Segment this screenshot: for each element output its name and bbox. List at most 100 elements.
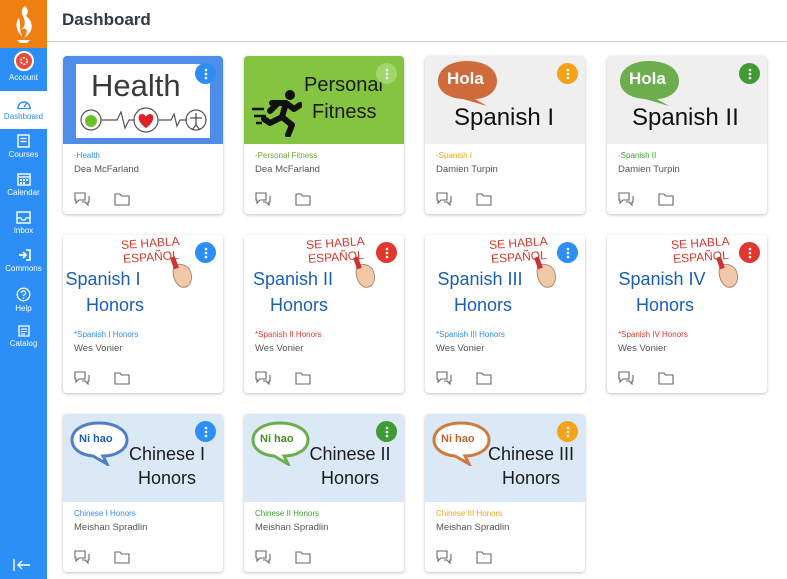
card-options-button[interactable] (557, 242, 578, 263)
course-card-personal-fitness[interactable]: Personal Fitness -Personal Fitness Dea M… (244, 56, 404, 214)
catalog-icon (17, 325, 30, 337)
hero-title-line2: Honors (635, 295, 695, 315)
card-hero[interactable]: Personal Fitness (244, 56, 404, 144)
files-icon[interactable] (658, 371, 674, 385)
course-code[interactable]: -Health (74, 151, 100, 160)
course-card-chinese-iii-honors[interactable]: Ni hao Chinese III Honors Chinese III Ho… (425, 414, 585, 572)
bubble-text: Hola (629, 69, 666, 88)
card-hero[interactable]: Ni hao Chinese I Honors (63, 414, 223, 502)
card-options-button[interactable] (739, 63, 760, 84)
runner-icon (252, 90, 302, 137)
card-options-button[interactable] (557, 63, 578, 84)
course-card-chinese-ii-honors[interactable]: Ni hao Chinese II Honors Chinese II Hono… (244, 414, 404, 572)
flame-logo-icon (15, 6, 32, 43)
hero-title-line2: Honors (137, 468, 197, 488)
discussions-icon[interactable] (436, 550, 452, 565)
card-options-button[interactable] (195, 242, 216, 263)
help-icon (16, 287, 31, 302)
course-code[interactable]: -Spanish I (436, 151, 472, 160)
discussions-icon[interactable] (255, 192, 271, 207)
nav-courses[interactable]: Courses (0, 134, 47, 168)
card-options-button[interactable] (557, 421, 578, 442)
card-options-button[interactable] (739, 242, 760, 263)
files-icon[interactable] (114, 192, 130, 206)
course-code[interactable]: -Spanish II (618, 151, 656, 160)
course-card-spanish-i-honors[interactable]: SE HABLA ESPAÑOL Spanish I Honors *Spani… (63, 235, 223, 393)
hero-title-line2: Honors (85, 295, 145, 315)
files-icon[interactable] (114, 550, 130, 564)
card-hero[interactable]: Ni hao Chinese III Honors (425, 414, 585, 502)
nav-account[interactable]: Account (0, 51, 47, 89)
course-card-chinese-i-honors[interactable]: Ni hao Chinese I Honors Chinese I Honors… (63, 414, 223, 572)
card-actions (618, 371, 674, 386)
course-code[interactable]: *Spanish III Honors (436, 330, 505, 339)
files-icon[interactable] (114, 371, 130, 385)
course-card-spanish-ii[interactable]: Hola Spanish II -Spanish II Damien Turpi… (607, 56, 767, 214)
card-hero[interactable]: Ni hao Chinese II Honors (244, 414, 404, 502)
hero-title-line1: Chinese III (487, 444, 575, 464)
account-icon (13, 51, 34, 71)
collapse-nav-button[interactable] (12, 558, 32, 572)
nav-help[interactable]: Help (0, 287, 47, 321)
discussions-icon[interactable] (74, 550, 90, 565)
course-card-health[interactable]: Health -Health Dea McFarland (63, 56, 223, 214)
card-hero[interactable]: SE HABLA ESPAÑOL Spanish IV Honors (607, 235, 767, 323)
card-options-button[interactable] (376, 242, 397, 263)
bubble-text: Ni hao (260, 433, 294, 445)
teacher-name: Wes Vonier (74, 343, 123, 354)
discussions-icon[interactable] (618, 192, 634, 207)
discussions-icon[interactable] (618, 371, 634, 386)
teacher-name: Wes Vonier (436, 343, 485, 354)
kebab-icon (385, 68, 388, 79)
card-options-button[interactable] (195, 421, 216, 442)
nav-dashboard[interactable]: Dashboard (0, 91, 47, 129)
files-icon[interactable] (476, 550, 492, 564)
files-icon[interactable] (295, 192, 311, 206)
course-code[interactable]: *Spanish IV Honors (618, 330, 688, 339)
discussions-icon[interactable] (74, 192, 90, 207)
files-icon[interactable] (658, 192, 674, 206)
files-icon[interactable] (295, 550, 311, 564)
card-hero[interactable]: SE HABLA ESPAÑOL Spanish III Honors (425, 235, 585, 323)
teacher-name: Meishan Spradlin (74, 522, 148, 533)
teacher-name: Meishan Spradlin (436, 522, 510, 533)
course-code[interactable]: Chinese I Honors (74, 509, 136, 518)
hero-title-line1: Personal (304, 74, 383, 96)
kebab-icon (566, 68, 569, 79)
hero-title-line1: Spanish IV (618, 269, 706, 289)
card-hero[interactable]: SE HABLA ESPAÑOL Spanish I Honors (63, 235, 223, 323)
dashboard-icon (16, 101, 31, 110)
course-code[interactable]: -Personal Fitness (255, 151, 317, 160)
discussions-icon[interactable] (436, 371, 452, 386)
card-options-button[interactable] (376, 63, 397, 84)
nav-catalog[interactable]: Catalog (0, 325, 47, 355)
discussions-icon[interactable] (255, 550, 271, 565)
files-icon[interactable] (476, 371, 492, 385)
discussions-icon[interactable] (74, 371, 90, 386)
nav-commons[interactable]: Commons (0, 249, 47, 283)
card-options-button[interactable] (195, 63, 216, 84)
nav-inbox[interactable]: Inbox (0, 211, 47, 245)
files-icon[interactable] (295, 371, 311, 385)
card-hero[interactable]: Hola Spanish I (425, 56, 585, 144)
course-card-spanish-iv-honors[interactable]: SE HABLA ESPAÑOL Spanish IV Honors *Span… (607, 235, 767, 393)
card-hero[interactable]: Health (63, 56, 223, 144)
course-card-spanish-iii-honors[interactable]: SE HABLA ESPAÑOL Spanish III Honors *Spa… (425, 235, 585, 393)
course-code[interactable]: *Spanish II Honors (255, 330, 322, 339)
course-code[interactable]: Chinese II Honors (255, 509, 319, 518)
course-card-spanish-ii-honors[interactable]: SE HABLA ESPAÑOL Spanish II Honors *Span… (244, 235, 404, 393)
course-card-spanish-i[interactable]: Hola Spanish I -Spanish I Damien Turpin (425, 56, 585, 214)
course-code[interactable]: *Spanish I Honors (74, 330, 138, 339)
course-code[interactable]: Chinese III Honors (436, 509, 502, 518)
discussions-icon[interactable] (255, 371, 271, 386)
card-hero[interactable]: SE HABLA ESPAÑOL Spanish II Honors (244, 235, 404, 323)
nav-calendar[interactable]: Calendar (0, 172, 47, 206)
nav-label-calendar: Calendar (7, 188, 40, 197)
discussions-icon[interactable] (436, 192, 452, 207)
school-logo[interactable] (0, 0, 47, 48)
hero-title-line2: Honors (501, 468, 561, 488)
card-hero[interactable]: Hola Spanish II (607, 56, 767, 144)
hero-title-line1: Chinese I (128, 444, 206, 464)
card-options-button[interactable] (376, 421, 397, 442)
files-icon[interactable] (476, 192, 492, 206)
